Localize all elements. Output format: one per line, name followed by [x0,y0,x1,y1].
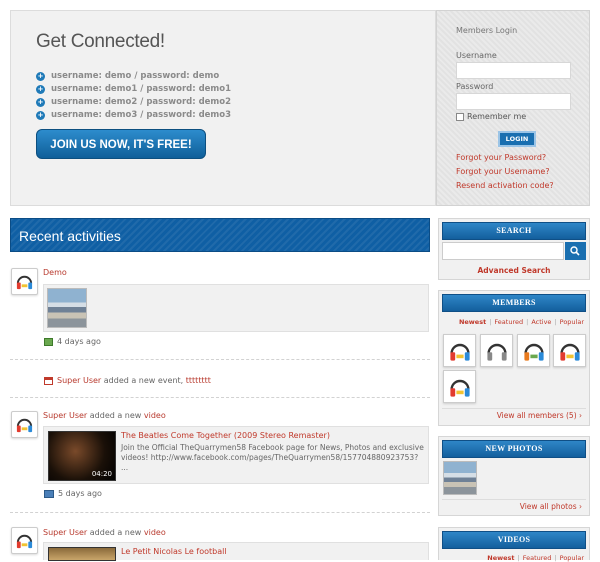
tab-newest[interactable]: Newest [459,318,486,326]
video-attachment: Le Petit Nicolas Le football [43,542,429,561]
video-thumbnail[interactable] [48,547,116,561]
plus-icon: + [36,110,45,120]
login-title: Members Login [456,26,518,35]
headphones-icon [450,379,470,397]
member-avatar[interactable] [443,370,476,403]
password-input[interactable] [456,93,571,110]
divider [10,359,430,360]
recent-activities-header: Recent activities [10,218,430,252]
password-label: Password [456,82,494,91]
headphones-icon [16,275,33,290]
photo-icon [44,337,53,346]
member-avatar[interactable] [553,334,586,367]
activity-author[interactable]: Demo [43,268,67,277]
forgot-username-link[interactable]: Forgot your Username? [456,167,550,176]
login-button[interactable]: LOGIN [498,131,536,147]
divider [10,512,430,513]
headphones-icon [487,343,507,361]
credential-line: + username: demo2 / password: demo2 [36,97,232,107]
view-all-photos-link[interactable]: View all photos › [442,499,586,513]
headphones-icon [16,418,33,433]
tab-popular[interactable]: Popular [560,318,584,326]
hero-title: Get Connected! [36,31,165,52]
credential-line: + username: demo3 / password: demo3 [36,110,232,120]
hero-panel: Get Connected! + username: demo / passwor… [10,10,436,206]
activity-event: Super User added a new event, tttttttt [44,376,211,385]
video-thumbnail[interactable]: 04:20 [48,431,116,481]
remember-checkbox[interactable] [456,112,464,121]
view-all-members-link[interactable]: View all members (5) › [442,408,586,422]
member-avatar[interactable] [480,334,513,367]
tab-featured[interactable]: Featured [523,554,552,562]
members-tabs: Newest | Featured | Active | Popular [458,318,584,326]
members-panel: MEMBERS Newest | Featured | Active | Popula… [438,290,590,426]
video-title[interactable]: Le Petit Nicolas Le football [121,547,227,556]
username-label: Username [456,51,497,60]
video-icon [44,489,54,498]
avatar[interactable] [11,411,38,438]
videos-tabs: Newest | Featured | Popular [487,554,584,562]
tab-popular[interactable]: Popular [560,554,584,562]
resend-activation-link[interactable]: Resend activation code? [456,181,554,190]
credential-line: + username: demo / password: demo [36,71,220,81]
plus-icon: + [36,71,45,81]
plus-icon: + [36,84,45,94]
activity-time: 4 days ago [44,337,101,346]
divider [10,397,430,398]
member-avatar[interactable] [443,334,476,367]
new-photos-title: NEW PHOTOS [442,440,586,458]
member-avatar[interactable] [517,334,550,367]
videos-title: VIDEOS [442,531,586,549]
avatar[interactable] [11,268,38,295]
username-input[interactable] [456,62,571,79]
photo-attachment [43,284,429,332]
tab-featured[interactable]: Featured [494,318,523,326]
headphones-icon [450,343,470,361]
search-title: SEARCH [442,222,586,240]
advanced-search-link[interactable]: Advanced Search [439,266,589,275]
activity-headline: Super User added a new video [43,528,166,537]
search-input[interactable] [442,242,564,260]
join-button[interactable]: JOIN US NOW, IT'S FREE! [36,129,206,159]
plus-icon: + [36,97,45,107]
search-button[interactable] [565,242,586,260]
calendar-icon [44,376,53,385]
videos-panel: VIDEOS Newest | Featured | Popular [438,527,590,562]
headphones-icon [560,343,580,361]
photo-thumbnail[interactable] [443,461,477,495]
tab-active[interactable]: Active [531,318,551,326]
video-duration: 04:20 [91,470,112,478]
forgot-password-link[interactable]: Forgot your Password? [456,153,546,162]
headphones-icon [524,343,544,361]
activity-headline: Super User added a new video [43,411,166,420]
new-photos-panel: NEW PHOTOS View all photos › [438,436,590,516]
search-panel: SEARCH Advanced Search [438,218,590,280]
credential-line: + username: demo1 / password: demo1 [36,84,232,94]
activity-time: 5 days ago [44,489,102,498]
login-panel: Members Login Username Password Remember… [436,10,590,206]
tab-newest[interactable]: Newest [487,554,514,562]
video-attachment: 04:20 The Beatles Come Together (2009 St… [43,426,429,484]
headphones-icon [16,534,33,549]
avatar[interactable] [11,527,38,554]
remember-me[interactable]: Remember me [456,112,526,121]
video-description: Join the Official TheQuarrymen58 Faceboo… [121,443,424,472]
search-icon [570,246,580,256]
video-title[interactable]: The Beatles Come Together (2009 Stereo R… [121,431,330,440]
photo-thumbnail[interactable] [47,288,87,328]
members-title: MEMBERS [442,294,586,312]
